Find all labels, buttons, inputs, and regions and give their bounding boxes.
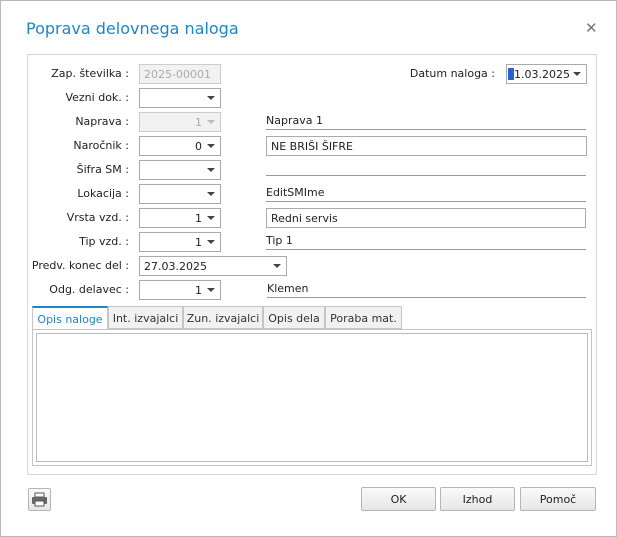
tab-opis-naloge[interactable]: Opis naloge — [32, 306, 108, 330]
predv-konec-date[interactable]: 27.03.2025 — [139, 256, 287, 276]
chevron-down-icon[interactable] — [204, 281, 218, 299]
vrsta-vzd-label: Vrsta vzd. : — [66, 211, 129, 224]
datum-naloga-field[interactable]: 1.03.2025 — [506, 64, 587, 84]
predv-konec-label: Predv. konec del : — [31, 259, 129, 272]
odg-delavec-select[interactable]: 1 — [139, 280, 221, 300]
print-button[interactable] — [28, 488, 51, 511]
zap-stevilka-value: 2025-00001 — [144, 68, 211, 81]
lokacija-select[interactable] — [139, 184, 221, 204]
chevron-down-icon[interactable] — [270, 257, 284, 275]
narocnik-name[interactable]: NE BRIŠI ŠIFRE — [266, 136, 587, 156]
chevron-down-icon[interactable] — [204, 137, 218, 155]
tip-vzd-value: 1 — [195, 236, 202, 249]
odg-delavec-value: 1 — [195, 284, 202, 297]
naprava-value: 1 — [195, 116, 202, 129]
vrsta-vzd-select[interactable]: 1 — [139, 208, 221, 228]
sifra-sm-label: Šifra SM : — [76, 163, 129, 176]
vezni-dok-select[interactable] — [139, 88, 221, 108]
chevron-down-icon — [204, 113, 218, 131]
narocnik-select[interactable]: 0 — [139, 136, 221, 156]
tab-panel — [32, 329, 592, 466]
lokacija-name: EditSMIme — [266, 184, 586, 202]
close-icon[interactable]: ✕ — [585, 19, 598, 37]
chevron-down-icon[interactable] — [204, 209, 218, 227]
tip-vzd-name: Tip 1 — [266, 232, 586, 250]
tab-poraba-mat[interactable]: Poraba mat. — [325, 306, 402, 329]
odg-delavec-name: Klemen — [267, 280, 586, 298]
datum-naloga-value: 1.03.2025 — [514, 68, 570, 81]
chevron-down-icon[interactable] — [204, 89, 218, 107]
narocnik-value: 0 — [195, 140, 202, 153]
lokacija-label: Lokacija : — [77, 187, 129, 200]
sifra-sm-name — [266, 158, 586, 176]
opis-naloge-textarea[interactable] — [36, 333, 588, 462]
zap-stevilka-label: Zap. številka : — [51, 67, 129, 80]
repair-order-dialog: Poprava delovnega naloga ✕ Zap. številka… — [0, 0, 617, 537]
izhod-button[interactable]: Izhod — [440, 487, 515, 511]
tab-zun-izvajalci[interactable]: Zun. izvajalci — [183, 306, 263, 329]
tip-vzd-select[interactable]: 1 — [139, 232, 221, 252]
naprava-name: Naprava 1 — [266, 112, 586, 130]
sifra-sm-select[interactable] — [139, 160, 221, 180]
vrsta-vzd-name[interactable]: Redni servis — [266, 208, 586, 228]
vezni-dok-label: Vezni dok. : — [65, 91, 129, 104]
tip-vzd-label: Tip vzd. : — [79, 235, 129, 248]
tab-int-izvajalci[interactable]: Int. izvajalci — [108, 306, 183, 329]
predv-konec-value: 27.03.2025 — [144, 260, 207, 273]
vrsta-vzd-value: 1 — [195, 212, 202, 225]
naprava-select: 1 — [139, 112, 221, 132]
datum-naloga-label: Datum naloga : — [409, 67, 495, 80]
chevron-down-icon[interactable] — [204, 161, 218, 179]
ok-button[interactable]: OK — [361, 487, 436, 511]
chevron-down-icon[interactable] — [570, 65, 584, 83]
pomoc-button[interactable]: Pomoč — [520, 487, 596, 511]
zap-stevilka-field: 2025-00001 — [139, 64, 221, 84]
dialog-title: Poprava delovnega naloga — [26, 19, 239, 38]
chevron-down-icon[interactable] — [204, 185, 218, 203]
narocnik-label: Naročnik : — [73, 139, 129, 152]
tab-opis-dela[interactable]: Opis dela — [263, 306, 325, 329]
odg-delavec-label: Odg. delavec : — [49, 283, 129, 296]
chevron-down-icon[interactable] — [204, 233, 218, 251]
naprava-label: Naprava : — [75, 115, 129, 128]
printer-icon — [32, 492, 47, 507]
